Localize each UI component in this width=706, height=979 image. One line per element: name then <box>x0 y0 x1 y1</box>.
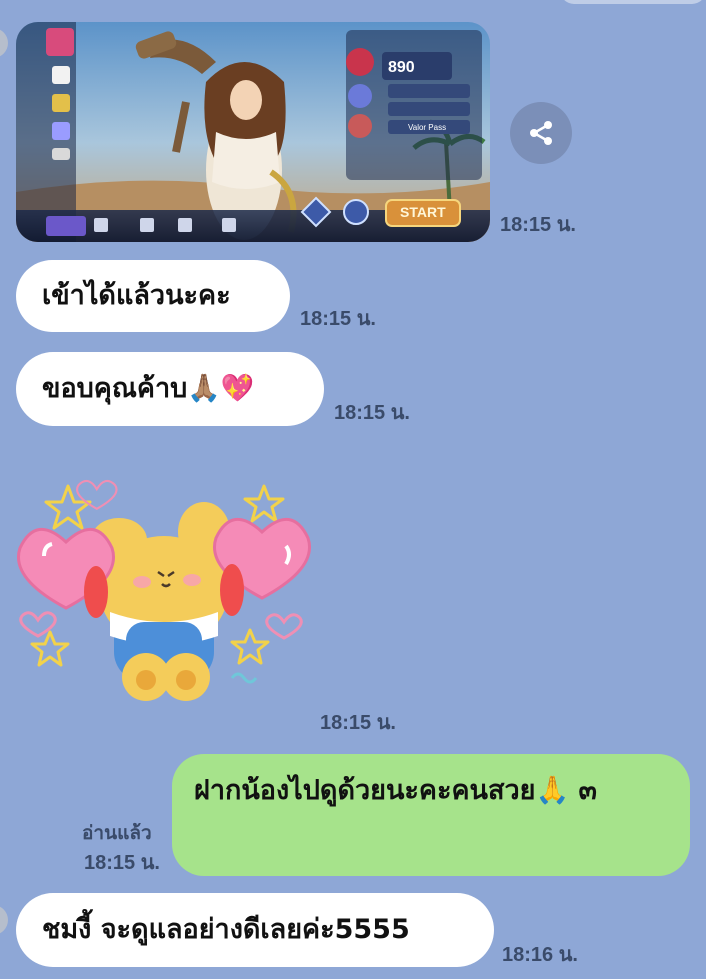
previous-bubble-edge <box>560 0 706 4</box>
received-message[interactable]: ขอบคุณค้าบ🙏🏽💖 <box>16 352 324 426</box>
share-button[interactable] <box>510 102 572 164</box>
sticker-timestamp: 18:15 น. <box>320 712 396 734</box>
message-timestamp: 18:15 น. <box>334 402 410 424</box>
received-message[interactable]: ชมงี้ จะดูแลอย่างดีเลยค่ะ5555 <box>16 893 494 967</box>
start-button-label: START <box>400 204 446 220</box>
game-screenshot-image: 890 Valor Pass START <box>16 22 490 242</box>
read-receipt: อ่านแล้ว <box>82 823 152 844</box>
image-timestamp: 18:15 น. <box>500 214 576 236</box>
sent-timestamp: 18:15 น. <box>84 852 160 874</box>
message-timestamp: 18:15 น. <box>300 308 376 330</box>
chat-screen: { "messages": { "image_time": "18:15 น."… <box>0 0 706 979</box>
message-text: ชมงี้ จะดูแลอย่างดีเลยค่ะ5555 <box>42 914 410 946</box>
image-message[interactable]: 890 Valor Pass START <box>16 22 490 242</box>
message-text: ขอบคุณค้าบ🙏🏽💖 <box>42 373 255 405</box>
sent-message[interactable]: ฝากน้องไปดูด้วยนะคะคนสวย🙏 ๓ <box>172 754 690 876</box>
sticker-message[interactable] <box>14 472 314 708</box>
message-text: ฝากน้องไปดูด้วยนะคะคนสวย🙏 ๓ <box>194 775 597 806</box>
share-icon <box>530 121 552 145</box>
sender-avatar[interactable] <box>0 28 8 58</box>
message-text: เข้าได้แล้วนะคะ <box>42 280 231 312</box>
received-message[interactable]: เข้าได้แล้วนะคะ <box>16 260 290 332</box>
diamond-count: 890 <box>388 59 415 76</box>
sticker-bear <box>17 479 311 701</box>
message-timestamp: 18:16 น. <box>502 944 578 966</box>
sender-avatar[interactable] <box>0 905 8 935</box>
valor-pass-label: Valor Pass <box>408 123 446 132</box>
